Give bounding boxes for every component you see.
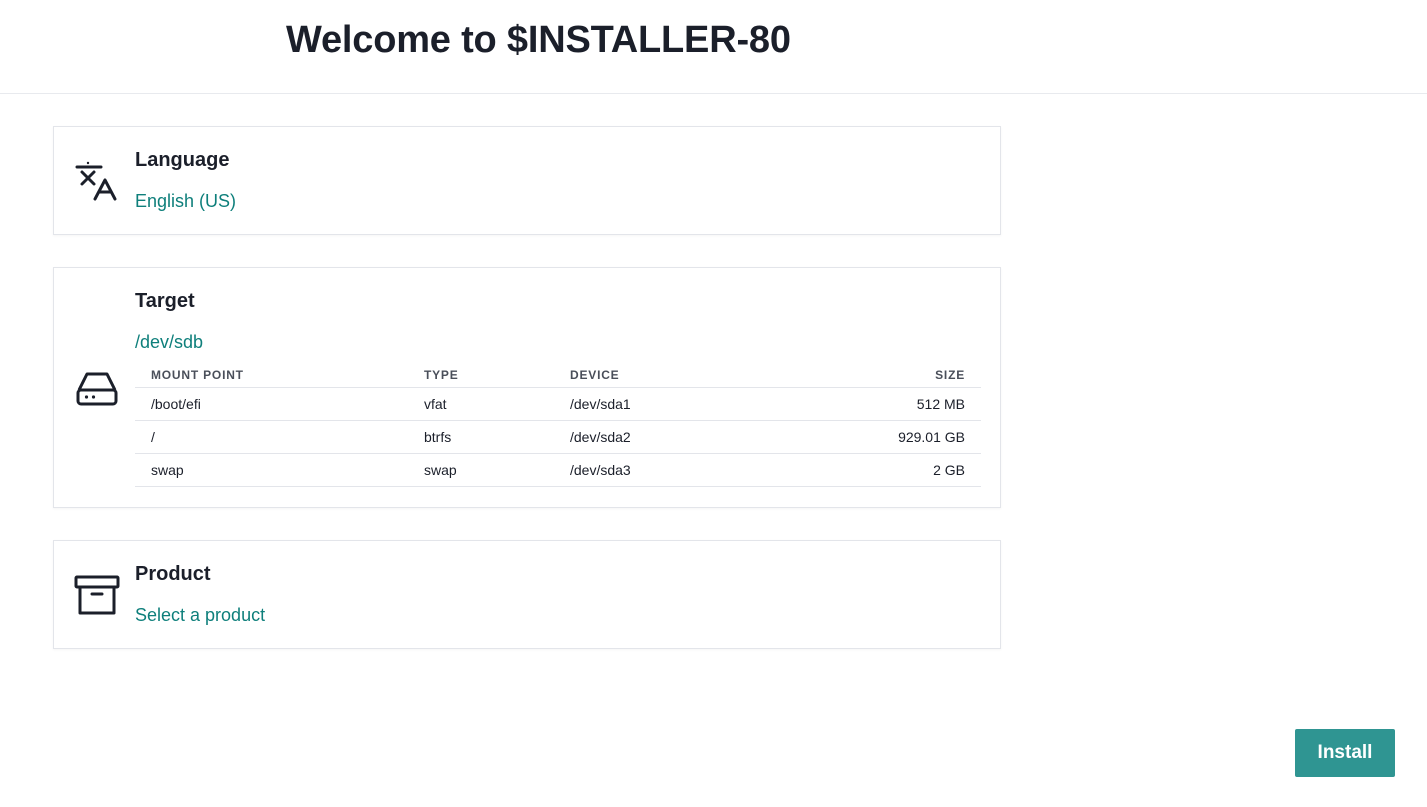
- product-title: Product: [135, 563, 211, 585]
- cell-size: 2 GB: [754, 453, 981, 487]
- cell-type: vfat: [408, 387, 554, 421]
- cell-size: 512 MB: [754, 387, 981, 421]
- product-section: Product Select a product: [53, 540, 1001, 649]
- cell-device: /dev/sda1: [554, 387, 754, 421]
- table-row: swap swap /dev/sda3 2 GB: [135, 453, 981, 487]
- cell-mount-point: /: [135, 420, 408, 454]
- cell-mount-point: /boot/efi: [135, 387, 408, 421]
- column-mount-point: MOUNT POINT: [135, 363, 408, 388]
- column-device: DEVICE: [554, 363, 754, 388]
- page-title: Welcome to $INSTALLER-80: [286, 19, 791, 61]
- select-product-link[interactable]: Select a product: [135, 604, 265, 626]
- language-title: Language: [135, 149, 230, 171]
- page-header: Welcome to $INSTALLER-80: [0, 0, 1427, 94]
- target-title: Target: [135, 290, 195, 312]
- cell-type: swap: [408, 453, 554, 487]
- table-header-row: MOUNT POINT TYPE DEVICE SIZE: [135, 363, 981, 388]
- language-link[interactable]: English (US): [135, 190, 236, 212]
- archive-box-icon: [74, 572, 120, 618]
- partition-table: MOUNT POINT TYPE DEVICE SIZE /boot/efi v…: [135, 363, 981, 487]
- column-size: SIZE: [754, 363, 981, 388]
- cell-mount-point: swap: [135, 453, 408, 487]
- table-row: / btrfs /dev/sda2 929.01 GB: [135, 420, 981, 454]
- target-section: Target /dev/sdb MOUNT POINT TYPE DEVICE …: [53, 267, 1001, 508]
- language-section: Language English (US): [53, 126, 1001, 235]
- target-device-link[interactable]: /dev/sdb: [135, 331, 203, 353]
- cell-device: /dev/sda2: [554, 420, 754, 454]
- cell-size: 929.01 GB: [754, 420, 981, 454]
- cell-type: btrfs: [408, 420, 554, 454]
- hard-drive-icon: [74, 365, 120, 411]
- install-button[interactable]: Install: [1295, 729, 1395, 777]
- column-type: TYPE: [408, 363, 554, 388]
- table-row: /boot/efi vfat /dev/sda1 512 MB: [135, 387, 981, 421]
- cell-device: /dev/sda3: [554, 453, 754, 487]
- translate-icon: [74, 158, 120, 204]
